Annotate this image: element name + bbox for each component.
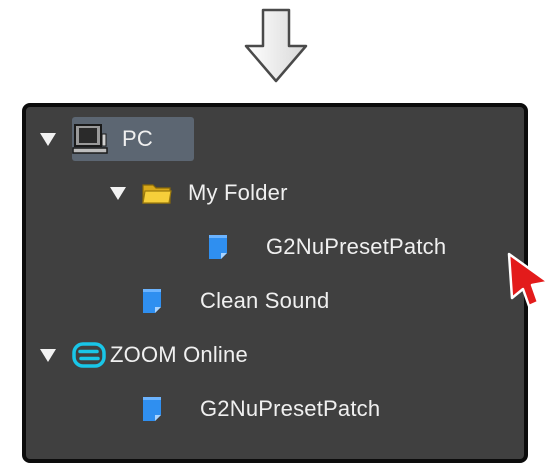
tree-item-folder-patch[interactable]: G2NuPresetPatch bbox=[208, 227, 446, 267]
document-icon bbox=[142, 396, 162, 422]
down-arrow-icon bbox=[243, 8, 309, 84]
tree-item-pc[interactable]: PC bbox=[40, 119, 153, 159]
tree-item-clean-sound[interactable]: Clean Sound bbox=[142, 281, 329, 321]
patch-tree-panel: PC My Folder G2NuPresetPatch Clean Sound… bbox=[22, 103, 528, 463]
tree-item-label: ZOOM Online bbox=[110, 342, 248, 367]
folder-icon bbox=[142, 181, 172, 205]
cursor-arrow-icon bbox=[506, 252, 550, 316]
tree-item-label: G2NuPresetPatch bbox=[266, 234, 447, 259]
tree-item-label: Clean Sound bbox=[200, 288, 330, 313]
expand-toggle-pc[interactable] bbox=[40, 132, 56, 146]
tree-item-online-patch[interactable]: G2NuPresetPatch bbox=[142, 389, 380, 429]
tree-item-label: My Folder bbox=[188, 180, 288, 205]
computer-icon bbox=[72, 124, 108, 154]
document-icon bbox=[142, 288, 162, 314]
tree-item-label: PC bbox=[122, 126, 153, 151]
tree-item-zoom-online[interactable]: ZOOM Online bbox=[40, 335, 248, 375]
document-icon bbox=[208, 234, 228, 260]
tree-item-my-folder[interactable]: My Folder bbox=[110, 173, 288, 213]
expand-toggle-my-folder[interactable] bbox=[110, 186, 126, 200]
zoom-logo-icon bbox=[72, 342, 106, 368]
expand-toggle-zoom-online[interactable] bbox=[40, 348, 56, 362]
tree-item-label: G2NuPresetPatch bbox=[200, 396, 381, 421]
